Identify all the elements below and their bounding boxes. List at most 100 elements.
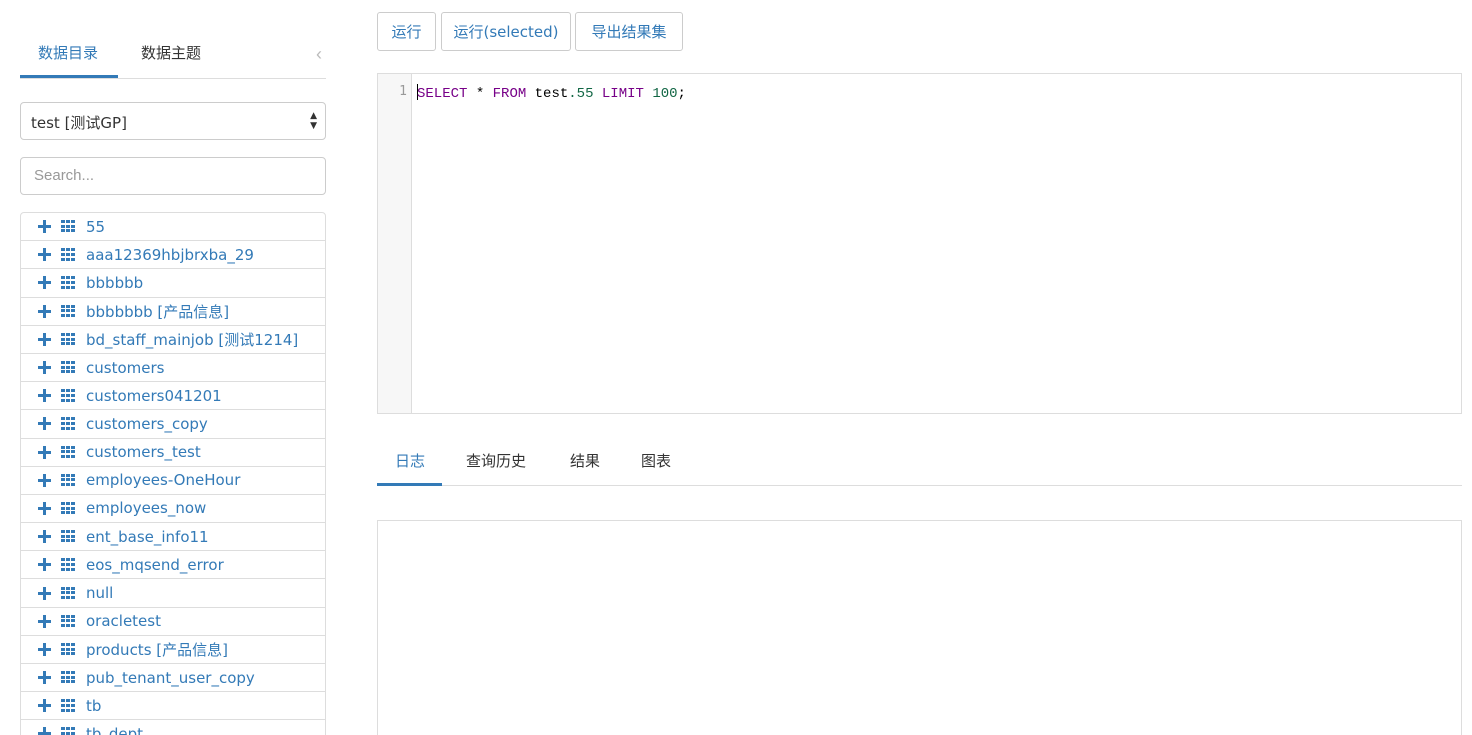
table-row[interactable]: aaa12369hbjbrxba_29 <box>21 241 325 270</box>
tab-chart[interactable]: 图表 <box>641 450 671 471</box>
table-row[interactable]: bd_staff_mainjob [测试1214] <box>21 326 325 354</box>
expand-plus-icon[interactable] <box>38 642 51 656</box>
table-name: eos_mqsend_error <box>86 555 224 574</box>
sidebar-tabs: 数据目录 数据主题 ‹ <box>20 28 326 79</box>
table-row[interactable]: 55 <box>21 213 325 242</box>
expand-plus-icon[interactable] <box>38 220 51 234</box>
table-name: employees_now <box>86 499 207 518</box>
sql-text: * <box>467 86 493 102</box>
table-name: bd_staff_mainjob [测试1214] <box>86 330 299 349</box>
search-input[interactable]: Search... <box>20 157 326 195</box>
expand-plus-icon[interactable] <box>38 586 51 600</box>
table-name: bbbbbb <box>86 273 144 292</box>
sql-text: ; <box>677 86 686 102</box>
table-grid-icon <box>61 558 75 571</box>
tab-query-history[interactable]: 查询历史 <box>466 450 526 471</box>
sql-keyword: FROM <box>492 86 527 102</box>
table-grid-icon <box>61 361 75 374</box>
table-grid-icon <box>61 671 75 684</box>
table-tree: 55 aaa12369hbjbrxba_29bbbbbb bbbbbbb [产品信息… <box>20 212 326 735</box>
table-grid-icon <box>61 642 75 656</box>
table-name: aaa12369hbjbrxba_29 <box>86 245 254 264</box>
table-name: customers <box>86 358 165 377</box>
table-name: 55 <box>86 217 106 236</box>
expand-plus-icon[interactable] <box>38 248 51 262</box>
table-name: oracletest <box>86 612 161 631</box>
table-row[interactable]: customers041201 <box>21 382 325 411</box>
table-row[interactable]: customers_copy <box>21 410 325 439</box>
expand-plus-icon[interactable] <box>38 473 51 487</box>
table-row[interactable]: customers_test <box>21 439 325 467</box>
table-name: tb_dept <box>86 724 144 735</box>
table-row[interactable]: customers <box>21 354 325 383</box>
sql-text: test <box>526 86 569 102</box>
table-name: employees-OneHour <box>86 471 241 490</box>
table-row[interactable]: bbbbbb <box>21 269 325 298</box>
table-grid-icon <box>61 332 75 346</box>
run-selected-button[interactable]: 运行(selected) <box>441 12 571 51</box>
result-tabs: 日志 查询历史 结果 图表 <box>377 440 1462 486</box>
export-results-button[interactable]: 导出结果集 <box>575 12 683 51</box>
table-grid-icon <box>61 614 75 628</box>
sql-keyword: LIMIT <box>601 86 644 102</box>
table-name: pub_tenant_user_copy <box>86 668 255 687</box>
table-row[interactable]: products [产品信息] <box>21 636 325 664</box>
expand-plus-icon[interactable] <box>38 389 51 403</box>
table-name: ent_base_info11 <box>86 527 209 546</box>
table-grid-icon <box>61 389 75 402</box>
expand-plus-icon[interactable] <box>38 727 51 735</box>
table-grid-icon <box>61 220 75 233</box>
table-grid-icon <box>61 276 75 289</box>
datasource-select-value: test [测试GP] <box>31 114 127 132</box>
tab-results[interactable]: 结果 <box>570 450 600 471</box>
table-row[interactable]: employees-OneHour <box>21 467 325 495</box>
expand-plus-icon[interactable] <box>38 671 51 685</box>
expand-plus-icon[interactable] <box>38 530 51 544</box>
table-row[interactable]: oracletest <box>21 608 325 636</box>
sql-number: 100 <box>652 86 678 102</box>
table-row[interactable]: tb <box>21 692 325 721</box>
run-button[interactable]: 运行 <box>377 12 436 51</box>
table-row[interactable]: eos_mqsend_error <box>21 551 325 580</box>
left-panel: 数据目录 数据主题 ‹ test [测试GP] ▲ ▼ Search... 55 a… <box>20 0 326 735</box>
active-result-tab-indicator <box>377 483 442 486</box>
expand-plus-icon[interactable] <box>38 501 51 515</box>
table-row[interactable]: employees_now <box>21 495 325 524</box>
table-row[interactable]: ent_base_info11 <box>21 523 325 552</box>
expand-plus-icon[interactable] <box>38 332 51 346</box>
table-row[interactable]: bbbbbbb [产品信息] <box>21 298 325 326</box>
tab-data-topic[interactable]: 数据主题 <box>141 42 201 63</box>
sql-code-line[interactable]: SELECT * FROM test.55 LIMIT 100; <box>417 84 686 102</box>
sql-editor[interactable]: 1 SELECT * FROM test.55 LIMIT 100; <box>377 73 1462 414</box>
table-name: customers041201 <box>86 386 222 405</box>
table-name: tb <box>86 696 102 715</box>
expand-plus-icon[interactable] <box>38 276 51 290</box>
table-grid-icon <box>61 727 75 735</box>
line-number: 1 <box>399 84 407 99</box>
table-grid-icon <box>61 699 75 712</box>
table-row[interactable]: pub_tenant_user_copy <box>21 664 325 693</box>
expand-plus-icon[interactable] <box>38 361 51 375</box>
table-grid-icon <box>61 586 75 600</box>
tab-data-catalog[interactable]: 数据目录 <box>38 42 98 63</box>
log-output-panel <box>377 520 1462 735</box>
expand-plus-icon[interactable] <box>38 304 51 318</box>
expand-plus-icon[interactable] <box>38 614 51 628</box>
table-grid-icon <box>61 445 75 459</box>
table-grid-icon <box>61 304 75 318</box>
table-row[interactable]: tb_dept <box>21 720 325 735</box>
tab-log[interactable]: 日志 <box>395 450 425 471</box>
expand-plus-icon[interactable] <box>38 445 51 459</box>
table-name: products [产品信息] <box>86 640 228 659</box>
expand-plus-icon[interactable] <box>38 417 51 431</box>
expand-plus-icon[interactable] <box>38 558 51 572</box>
table-row[interactable]: null <box>21 579 325 608</box>
table-name: bbbbbbb [产品信息] <box>86 302 230 321</box>
collapse-icon[interactable]: ‹ <box>316 44 322 65</box>
active-tab-indicator <box>20 75 118 78</box>
datasource-select[interactable]: test [测试GP] ▲ ▼ <box>20 102 326 140</box>
expand-plus-icon[interactable] <box>38 699 51 713</box>
table-grid-icon <box>61 248 75 261</box>
table-grid-icon <box>61 501 75 515</box>
